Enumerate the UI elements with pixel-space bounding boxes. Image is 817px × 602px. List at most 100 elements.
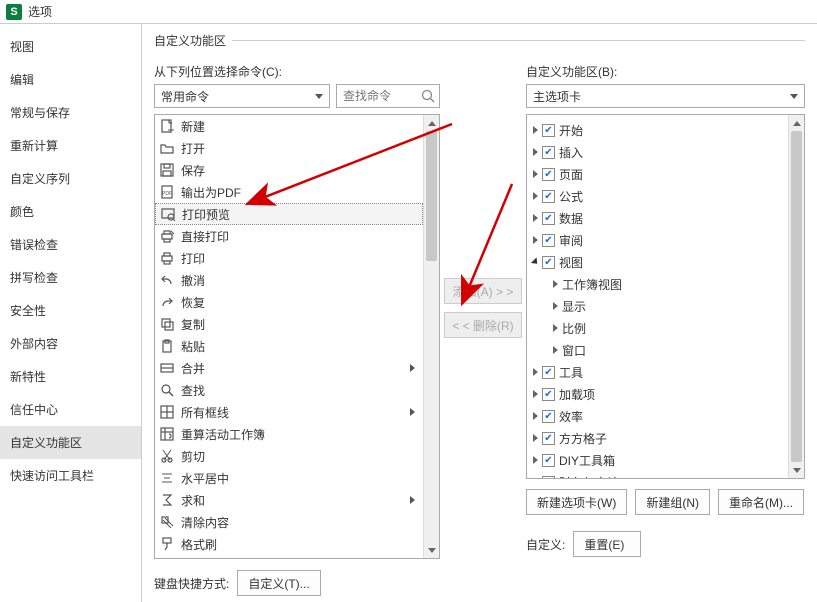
tree-node[interactable]: ✔公式	[527, 185, 788, 207]
command-item[interactable]: 剪切	[155, 445, 423, 467]
tree-twisty-icon[interactable]	[533, 170, 538, 178]
tree-twisty-icon[interactable]	[553, 346, 558, 354]
tree-node[interactable]: ✔DIY工具箱	[527, 449, 788, 471]
tree-twisty-icon[interactable]	[553, 280, 558, 288]
rename-button[interactable]: 重命名(M)...	[718, 489, 804, 515]
tree-twisty-icon[interactable]	[533, 214, 538, 222]
sidebar-item[interactable]: 视图	[0, 30, 141, 63]
command-item[interactable]: 新建	[155, 115, 423, 137]
sidebar-item[interactable]: 拼写检查	[0, 261, 141, 294]
ribbon-tree[interactable]: ✔开始✔插入✔页面✔公式✔数据✔审阅✔视图工作簿视图显示比例窗口✔工具✔加载项✔…	[526, 114, 805, 479]
tree-twisty-icon[interactable]	[533, 434, 538, 442]
tree-node[interactable]: ✔审阅	[527, 229, 788, 251]
tree-checkbox[interactable]: ✔	[542, 366, 555, 379]
remove-button[interactable]: < < 删除(R)	[444, 312, 522, 338]
tree-checkbox[interactable]: ✔	[542, 146, 555, 159]
command-item[interactable]: 求和	[155, 489, 423, 511]
command-item[interactable]: 合并	[155, 357, 423, 379]
tree-twisty-icon[interactable]	[533, 390, 538, 398]
sidebar-item[interactable]: 重新计算	[0, 129, 141, 162]
tree-node[interactable]: 窗口	[527, 339, 788, 361]
tree-twisty-icon[interactable]	[533, 368, 538, 376]
tree-node[interactable]: ✔插入	[527, 141, 788, 163]
reset-button[interactable]: 重置(E)	[573, 531, 641, 557]
scroll-up-button[interactable]	[789, 115, 804, 131]
scroll-down-button[interactable]	[424, 542, 439, 558]
command-item[interactable]: 所有框线	[155, 401, 423, 423]
tree-checkbox[interactable]: ✔	[542, 168, 555, 181]
scroll-thumb[interactable]	[791, 131, 802, 462]
tree-node[interactable]: 显示	[527, 295, 788, 317]
tree-node[interactable]: 比例	[527, 317, 788, 339]
sidebar-item[interactable]: 安全性	[0, 294, 141, 327]
new-group-button[interactable]: 新建组(N)	[635, 489, 710, 515]
tree-node[interactable]: ✔开始	[527, 119, 788, 141]
new-tab-button[interactable]: 新建选项卡(W)	[526, 489, 627, 515]
commands-listbox[interactable]: 新建打开保存PDF输出为PDF打印预览直接打印打印撤消恢复复制粘贴合并查找所有框…	[154, 114, 440, 559]
command-item[interactable]: PDF输出为PDF	[155, 181, 423, 203]
tree-node[interactable]: ✔页面	[527, 163, 788, 185]
tree-node[interactable]: 工作簿视图	[527, 273, 788, 295]
command-item[interactable]: 打印预览	[155, 203, 423, 225]
tree-twisty-icon[interactable]	[533, 412, 538, 420]
add-button[interactable]: 添加(A) > >	[444, 278, 522, 304]
tree-twisty-icon[interactable]	[553, 324, 558, 332]
command-item[interactable]: 打印	[155, 247, 423, 269]
tree-scrollbar[interactable]	[788, 115, 804, 478]
sidebar-item[interactable]: 错误检查	[0, 228, 141, 261]
scroll-thumb[interactable]	[426, 131, 437, 261]
command-item[interactable]: 保存	[155, 159, 423, 181]
sidebar-item[interactable]: 信任中心	[0, 393, 141, 426]
search-command-box[interactable]	[336, 84, 440, 108]
command-item[interactable]: 清除内容	[155, 511, 423, 533]
tree-node[interactable]: ✔方方格子	[527, 427, 788, 449]
tree-node[interactable]: ✔加载项	[527, 383, 788, 405]
tree-twisty-icon[interactable]	[533, 478, 538, 479]
sidebar-item[interactable]: 外部内容	[0, 327, 141, 360]
scroll-up-button[interactable]	[424, 115, 439, 131]
search-command-input[interactable]	[341, 88, 421, 104]
sidebar-item[interactable]: 快速访问工具栏	[0, 459, 141, 492]
commands-category-combo[interactable]: 常用命令	[154, 84, 330, 108]
tree-checkbox[interactable]: ✔	[542, 476, 555, 480]
tree-node[interactable]: ✔视图	[527, 251, 788, 273]
sidebar-item[interactable]: 编辑	[0, 63, 141, 96]
tree-twisty-icon[interactable]	[533, 236, 538, 244]
tree-twisty-icon[interactable]	[533, 456, 538, 464]
sidebar-item[interactable]: 自定义功能区	[0, 426, 141, 459]
scroll-down-button[interactable]	[789, 462, 804, 478]
command-item[interactable]: B加粗	[155, 555, 423, 558]
tree-node[interactable]: ✔效率	[527, 405, 788, 427]
tree-twisty-icon[interactable]	[533, 148, 538, 156]
tabs-category-combo[interactable]: 主选项卡	[526, 84, 805, 108]
tree-checkbox[interactable]: ✔	[542, 256, 555, 269]
tree-checkbox[interactable]: ✔	[542, 410, 555, 423]
command-item[interactable]: 粘贴	[155, 335, 423, 357]
tree-checkbox[interactable]: ✔	[542, 234, 555, 247]
command-item[interactable]: 撤消	[155, 269, 423, 291]
sidebar-item[interactable]: 自定义序列	[0, 162, 141, 195]
tree-checkbox[interactable]: ✔	[542, 124, 555, 137]
commands-scrollbar[interactable]	[423, 115, 439, 558]
tree-checkbox[interactable]: ✔	[542, 212, 555, 225]
tree-node[interactable]: ✔工具	[527, 361, 788, 383]
sidebar-item[interactable]: 常规与保存	[0, 96, 141, 129]
command-item[interactable]: 直接打印	[155, 225, 423, 247]
command-item[interactable]: 复制	[155, 313, 423, 335]
tree-checkbox[interactable]: ✔	[542, 454, 555, 467]
command-item[interactable]: 查找	[155, 379, 423, 401]
tree-twisty-icon[interactable]	[531, 257, 540, 266]
command-item[interactable]: 打开	[155, 137, 423, 159]
tree-twisty-icon[interactable]	[553, 302, 558, 310]
tree-checkbox[interactable]: ✔	[542, 432, 555, 445]
tree-node[interactable]: ✔数据	[527, 207, 788, 229]
sidebar-item[interactable]: 新特性	[0, 360, 141, 393]
command-item[interactable]: 恢复	[155, 291, 423, 313]
command-item[interactable]: 重算活动工作簿	[155, 423, 423, 445]
keyboard-customize-button[interactable]: 自定义(T)...	[237, 570, 320, 596]
tree-node[interactable]: ✔财务与审计	[527, 471, 788, 479]
sidebar-item[interactable]: 颜色	[0, 195, 141, 228]
tree-checkbox[interactable]: ✔	[542, 388, 555, 401]
command-item[interactable]: 格式刷	[155, 533, 423, 555]
command-item[interactable]: 水平居中	[155, 467, 423, 489]
